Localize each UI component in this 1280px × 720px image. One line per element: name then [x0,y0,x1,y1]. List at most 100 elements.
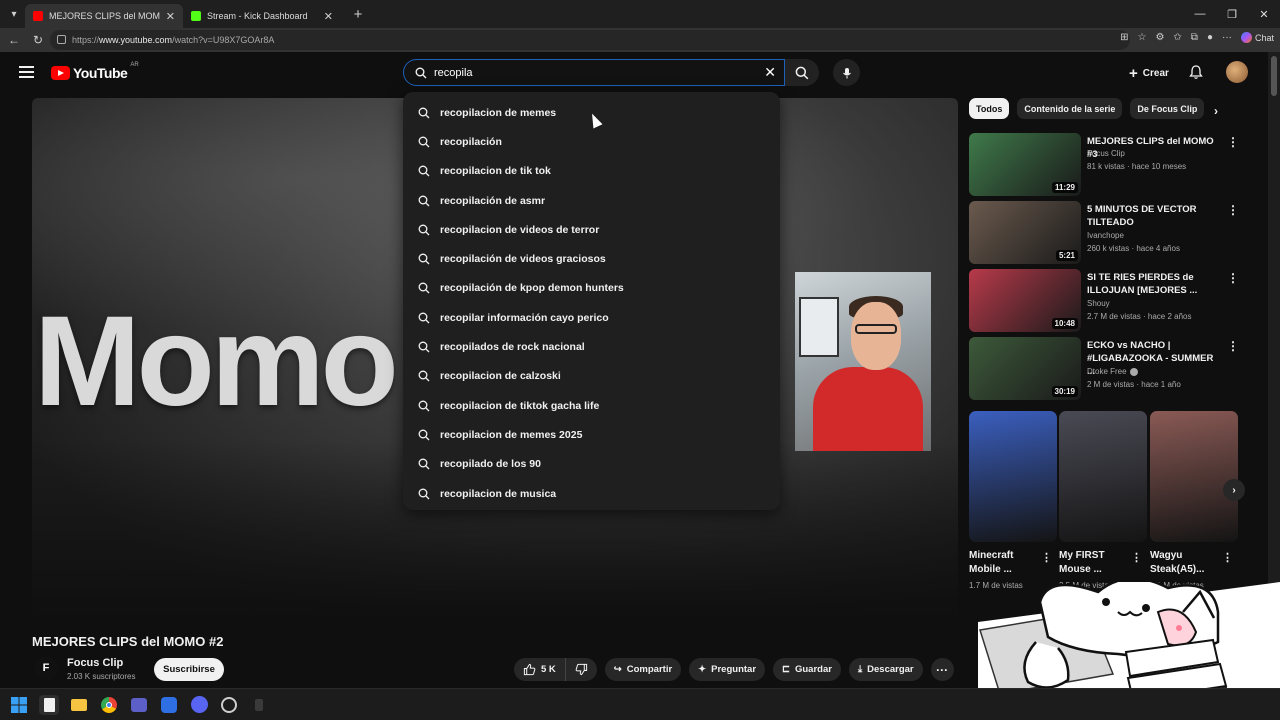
profile-icon[interactable]: ● [1207,32,1213,43]
chip-series[interactable]: Contenido de la serie [1017,98,1123,119]
search-input[interactable] [434,66,734,79]
tab-kick[interactable]: Stream - Kick Dashboard ✕ [183,4,341,28]
search-suggestion[interactable]: recopilación de kpop demon hunters [403,274,780,303]
search-suggestion[interactable]: recopilacion de tiktok gacha life [403,391,780,420]
ask-button[interactable]: ✦ Preguntar [689,658,766,681]
recommended-video[interactable]: 5:21 5 MINUTOS DE VECTOR TILTEADO Ivanchop… [969,201,1239,265]
voice-search-button[interactable] [833,59,860,86]
channel-name[interactable]: Focus Clip [67,657,123,669]
search-suggestion[interactable]: recopilados de rock nacional [403,332,780,361]
chip-todos[interactable]: Todos [969,98,1010,119]
more-menu-icon[interactable]: ··· [1222,32,1232,43]
search-suggestion[interactable]: recopilado de los 90 [403,450,780,479]
search-suggestion[interactable]: recopilacion de tik tok [403,157,780,186]
channel-avatar[interactable]: F [34,656,58,680]
short-title[interactable]: Wagyu Steak(A5)... [1150,549,1220,577]
channel-name[interactable]: Ivanchope [1087,231,1124,240]
search-button[interactable] [785,59,819,86]
search-suggestion[interactable]: recopilación de asmr [403,186,780,215]
close-tab-icon[interactable]: ✕ [324,10,333,23]
recommended-video[interactable]: 11:29 MEJORES CLIPS del MOMO #3 Focus Clip… [969,133,1239,197]
video-thumbnail[interactable]: 10:48 [969,269,1081,332]
notifications-bell-icon[interactable] [1188,64,1204,80]
teams-icon[interactable] [129,695,149,715]
tab-actions-button[interactable]: ▾ [3,4,25,24]
suggestion-text: recopilación [440,135,502,148]
new-tab-button[interactable]: + [347,6,369,23]
tab-youtube[interactable]: MEJORES CLIPS del MOMO #2 - Y ✕ [25,4,183,28]
start-button[interactable] [9,695,29,715]
discord-icon[interactable] [189,695,209,715]
youtube-logo[interactable]: YouTube AR [51,62,139,81]
app-install-icon[interactable]: ⊞ [1120,32,1128,43]
suggestion-text: recopilación de asmr [440,194,546,207]
search-suggestion[interactable]: recopilación [403,127,780,156]
more-options-icon[interactable]: ⋮ [1227,271,1239,285]
create-label: Crear [1142,67,1169,79]
channel-name[interactable]: Focus Clip [1087,149,1125,158]
more-options-icon[interactable]: ⋮ [1041,551,1052,564]
search-suggestion[interactable]: recopilar información cayo perico [403,303,780,332]
menu-icon[interactable] [19,66,34,78]
reload-button[interactable]: ↻ [26,33,50,47]
video-thumbnail[interactable]: 11:29 [969,133,1081,196]
short-thumbnail[interactable] [1059,411,1147,542]
favorites-icon[interactable]: ✩ [1173,32,1181,43]
clear-search-icon[interactable]: ✕ [764,64,776,81]
chevron-right-icon[interactable]: › [1214,104,1218,118]
search-suggestion[interactable]: recopilación de videos graciosos [403,244,780,273]
app-icon[interactable] [159,695,179,715]
maximize-button[interactable]: ❐ [1216,0,1248,28]
file-explorer-icon[interactable] [69,695,89,715]
download-button[interactable]: ⤓ Descargar [848,658,923,681]
account-avatar[interactable] [1226,61,1248,83]
short-thumbnail[interactable] [1150,411,1238,542]
collections-icon[interactable]: ⧉ [1191,32,1198,43]
channel-name[interactable]: Shouy [1087,299,1110,308]
save-button[interactable]: ⊏ Guardar [773,658,841,681]
short-title[interactable]: My FIRST Mouse ... [1059,549,1129,577]
taskbar-app-icon[interactable] [249,695,269,715]
close-window-button[interactable]: ✕ [1248,0,1280,28]
short-thumbnail[interactable] [969,411,1057,542]
close-tab-icon[interactable]: ✕ [166,10,175,23]
video-title[interactable]: SI TE RIES PIERDES de ILLOJUAN [MEJORES … [1087,271,1222,297]
url-field[interactable]: https://www.youtube.com/watch?v=U98X7GOA… [50,30,1130,50]
recommended-video[interactable]: 30:19 ECKO vs NACHO | #LIGABAZOOKA - SUMM… [969,337,1239,401]
favorite-star-icon[interactable]: ☆ [1137,32,1146,43]
recommended-video[interactable]: 10:48 SI TE RIES PIERDES de ILLOJUAN [MEJ… [969,269,1239,333]
more-options-icon[interactable]: ⋮ [1222,551,1233,564]
search-icon [418,341,430,353]
dislike-button[interactable] [566,658,597,681]
create-button[interactable]: + Crear [1119,61,1179,85]
search-suggestion[interactable]: recopilacion de memes 2025 [403,420,780,449]
search-suggestion[interactable]: recopilacion de videos de terror [403,215,780,244]
more-options-icon[interactable]: ⋮ [1227,339,1239,353]
search-suggestion[interactable]: recopilacion de musica [403,479,780,508]
chip-channel[interactable]: De Focus Clip [1130,98,1205,119]
scrollbar-thumb[interactable] [1271,56,1277,96]
chrome-icon[interactable] [99,695,119,715]
search-suggestion[interactable]: recopilacion de calzoski [403,362,780,391]
more-options-icon[interactable]: ⋮ [1227,203,1239,217]
video-title[interactable]: 5 MINUTOS DE VECTOR TILTEADO [1087,203,1222,229]
back-button[interactable]: ← [2,33,26,47]
search-box[interactable]: ✕ [403,59,785,86]
taskbar-file-icon[interactable] [39,694,59,715]
obs-icon[interactable] [219,695,239,715]
more-options-icon[interactable]: ⋮ [1131,551,1142,564]
extensions-icon[interactable]: ⚙ [1155,32,1164,43]
share-button[interactable]: ↪ Compartir [604,658,682,681]
subscribe-button[interactable]: Suscribirse [154,658,224,681]
shorts-next-button[interactable]: › [1223,479,1245,501]
search-icon [795,66,809,79]
video-thumbnail[interactable]: 30:19 [969,337,1081,400]
more-actions-button[interactable]: ··· [930,658,954,681]
channel-name[interactable]: Dtoke Free [1087,367,1138,376]
like-button[interactable]: 5 K [514,658,566,681]
video-thumbnail[interactable]: 5:21 [969,201,1081,264]
copilot-chat-button[interactable]: Chat [1240,32,1274,43]
short-title[interactable]: Minecraft Mobile ... [969,549,1039,577]
more-options-icon[interactable]: ⋮ [1227,135,1239,149]
minimize-button[interactable]: — [1184,0,1216,28]
